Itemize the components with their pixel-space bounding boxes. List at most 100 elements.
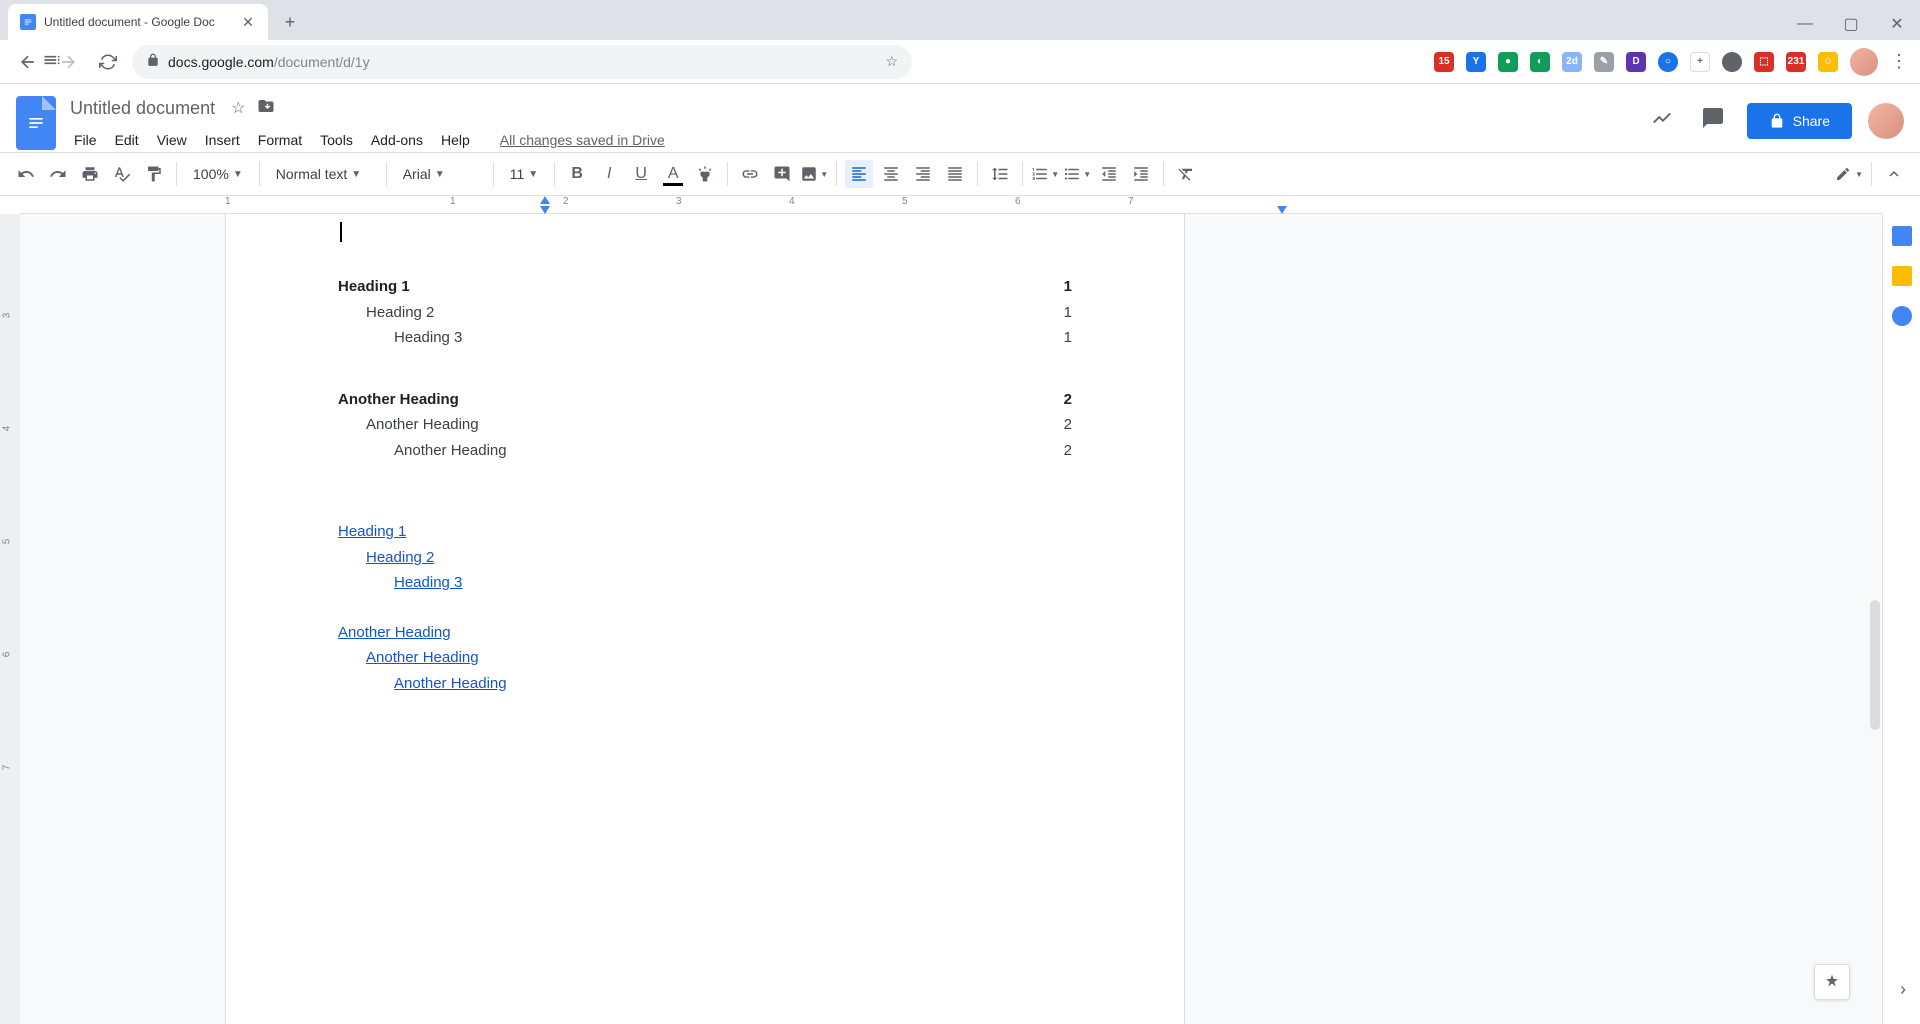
extension-icon[interactable]: 15 — [1434, 52, 1454, 72]
docs-logo-icon[interactable] — [16, 96, 56, 150]
line-spacing-button[interactable] — [986, 160, 1014, 188]
toc-entry[interactable]: Heading 31 — [338, 325, 1072, 351]
browser-profile-avatar[interactable] — [1850, 48, 1878, 76]
toc-link[interactable]: Another Heading — [338, 671, 1072, 697]
menu-file[interactable]: File — [66, 128, 105, 152]
menu-addons[interactable]: Add-ons — [363, 128, 431, 152]
insert-link-button[interactable] — [736, 160, 764, 188]
font-size-select[interactable]: 11▼ — [502, 162, 546, 186]
tasks-icon[interactable] — [1892, 306, 1912, 326]
toc-link[interactable]: Another Heading — [338, 645, 1072, 671]
activity-icon[interactable] — [1645, 101, 1679, 140]
spellcheck-button[interactable] — [108, 160, 136, 188]
menu-format[interactable]: Format — [250, 128, 310, 152]
toc-entry[interactable]: Heading 21 — [338, 300, 1072, 326]
menu-tools[interactable]: Tools — [312, 128, 361, 152]
account-avatar[interactable] — [1868, 103, 1904, 139]
extension-icon[interactable]: ○ — [1658, 52, 1678, 72]
align-right-button[interactable] — [909, 160, 937, 188]
maximize-window-button[interactable]: ▢ — [1828, 8, 1874, 40]
new-tab-button[interactable]: + — [276, 8, 304, 36]
scrollbar-thumb[interactable] — [1870, 600, 1880, 730]
toc-link[interactable]: Heading 3 — [338, 570, 1072, 596]
extension-icon[interactable]: ◐ — [1530, 52, 1550, 72]
first-line-indent-marker-icon[interactable] — [540, 206, 550, 214]
comments-icon[interactable] — [1695, 100, 1731, 141]
close-tab-icon[interactable]: ✕ — [240, 14, 256, 30]
increase-indent-button[interactable] — [1127, 160, 1155, 188]
extension-icon[interactable] — [1722, 52, 1742, 72]
align-center-button[interactable] — [877, 160, 905, 188]
insert-image-button[interactable]: ▼ — [800, 160, 828, 188]
text-color-button[interactable]: A — [659, 160, 687, 188]
left-indent-marker-icon[interactable] — [540, 196, 550, 204]
docs-menu-bar: File Edit View Insert Format Tools Add-o… — [66, 128, 1635, 152]
document-scroll-area[interactable]: Heading 11 Heading 21 Heading 31 Another… — [20, 214, 1882, 1024]
reload-button[interactable] — [92, 46, 124, 78]
docs-favicon-icon — [20, 14, 36, 30]
share-label: Share — [1793, 113, 1830, 129]
bold-button[interactable]: B — [563, 160, 591, 188]
extension-icon[interactable]: 231 — [1786, 52, 1806, 72]
menu-insert[interactable]: Insert — [197, 128, 248, 152]
chrome-menu-icon[interactable]: ⋮ — [1890, 51, 1908, 72]
saved-status[interactable]: All changes saved in Drive — [492, 128, 673, 152]
expand-side-panel-button[interactable]: › — [1900, 979, 1906, 1000]
lock-icon — [146, 53, 160, 70]
bookmark-star-icon[interactable]: ☆ — [885, 53, 898, 70]
highlight-button[interactable] — [691, 160, 719, 188]
toc-entry[interactable]: Another Heading2 — [338, 412, 1072, 438]
font-select[interactable]: Arial▼ — [395, 162, 485, 186]
extension-icon[interactable]: ☺ — [1818, 52, 1838, 72]
star-document-icon[interactable]: ☆ — [231, 98, 245, 118]
collapse-toolbar-button[interactable] — [1880, 160, 1908, 188]
extension-icon[interactable]: ✎ — [1594, 52, 1614, 72]
browser-tab[interactable]: Untitled document - Google Doc ✕ — [8, 4, 268, 40]
print-button[interactable] — [76, 160, 104, 188]
extension-icon[interactable]: ● — [1498, 52, 1518, 72]
align-justify-button[interactable] — [941, 160, 969, 188]
extension-icon[interactable]: 2d — [1562, 52, 1582, 72]
address-bar[interactable]: docs.google.com/document/d/1y ☆ — [132, 45, 912, 79]
minimize-window-button[interactable]: — — [1782, 8, 1828, 40]
numbered-list-button[interactable]: ▼ — [1031, 160, 1059, 188]
redo-button[interactable] — [44, 160, 72, 188]
toc-entry[interactable]: Another Heading2 — [338, 438, 1072, 464]
menu-help[interactable]: Help — [433, 128, 478, 152]
toc-entry[interactable]: Heading 11 — [338, 274, 1072, 300]
paint-format-button[interactable] — [140, 160, 168, 188]
move-document-icon[interactable] — [257, 97, 275, 120]
toc-link[interactable]: Another Heading — [338, 620, 1072, 646]
bulleted-list-button[interactable]: ▼ — [1063, 160, 1091, 188]
right-indent-marker-icon[interactable] — [1277, 206, 1287, 214]
menu-view[interactable]: View — [149, 128, 195, 152]
vertical-ruler[interactable]: 3 4 5 6 7 — [0, 214, 20, 1024]
undo-button[interactable] — [12, 160, 40, 188]
editing-mode-button[interactable]: ▼ — [1835, 160, 1863, 188]
toc-link[interactable]: Heading 2 — [338, 545, 1072, 571]
menu-edit[interactable]: Edit — [107, 128, 147, 152]
style-select[interactable]: Normal text▼ — [268, 162, 378, 186]
close-window-button[interactable]: ✕ — [1874, 8, 1920, 40]
zoom-select[interactable]: 100%▼ — [185, 162, 251, 186]
align-left-button[interactable] — [845, 160, 873, 188]
extension-icon[interactable]: Y — [1466, 52, 1486, 72]
decrease-indent-button[interactable] — [1095, 160, 1123, 188]
share-button[interactable]: Share — [1747, 103, 1852, 139]
explore-button[interactable] — [1814, 964, 1850, 1000]
extension-icon[interactable]: ⬚ — [1754, 52, 1774, 72]
italic-button[interactable]: I — [595, 160, 623, 188]
horizontal-ruler[interactable]: 1 1 2 3 4 5 6 7 — [20, 196, 1882, 214]
clear-formatting-button[interactable] — [1172, 160, 1200, 188]
document-page[interactable]: Heading 11 Heading 21 Heading 31 Another… — [225, 214, 1185, 1024]
underline-button[interactable]: U — [627, 160, 655, 188]
outline-toggle-button[interactable] — [36, 44, 68, 76]
toc-entry[interactable]: Another Heading2 — [338, 387, 1072, 413]
insert-comment-button[interactable] — [768, 160, 796, 188]
extension-icon[interactable]: D — [1626, 52, 1646, 72]
extension-icon[interactable]: + — [1690, 52, 1710, 72]
keep-icon[interactable] — [1892, 266, 1912, 286]
calendar-icon[interactable] — [1892, 226, 1912, 246]
document-title[interactable]: Untitled document — [66, 96, 219, 121]
toc-link[interactable]: Heading 1 — [338, 519, 1072, 545]
